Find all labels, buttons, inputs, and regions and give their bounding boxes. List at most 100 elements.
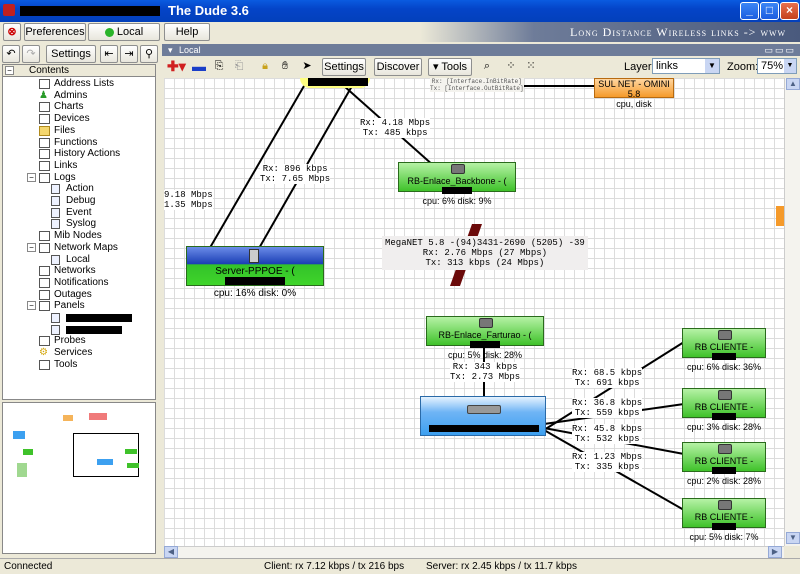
left-settings-button[interactable]: Settings	[46, 45, 96, 63]
tree-item-label: Probes	[54, 335, 86, 347]
router-icon	[479, 318, 493, 328]
tree-item[interactable]: Files	[3, 125, 153, 137]
list-icon	[39, 79, 50, 89]
tree-item[interactable]: Address Lists	[3, 78, 153, 90]
node-hub-switch[interactable]	[420, 396, 546, 436]
paste-icon[interactable]: ⎗	[230, 58, 248, 74]
tree-item[interactable]: ♟ Admins	[3, 90, 153, 102]
list-icon	[39, 336, 50, 347]
node-offscreen-orange[interactable]	[776, 206, 784, 226]
map-settings-button[interactable]: Settings	[322, 58, 366, 76]
book-icon	[39, 172, 50, 183]
scroll-up-icon[interactable]: ▲	[786, 78, 800, 90]
tree-item[interactable]: Local	[3, 253, 153, 266]
tree-item[interactable]: Notifications	[3, 277, 153, 289]
undo-button[interactable]: ↶	[2, 45, 20, 63]
help-button[interactable]: Help	[164, 23, 210, 41]
node-cliente-4[interactable]: RB CLIENTE - cpu: 5% disk: 7%	[682, 498, 766, 542]
redacted	[712, 353, 736, 360]
tree-item[interactable]: Charts	[3, 101, 153, 113]
redo-button[interactable]: ↷	[22, 45, 40, 63]
tab-window-icons[interactable]: ▭▭▭	[764, 44, 796, 56]
redacted	[470, 341, 500, 348]
pointer-icon[interactable]: ➤	[298, 58, 316, 74]
layer-select[interactable]: links ▼	[652, 58, 720, 74]
collapse-icon[interactable]: −	[27, 172, 36, 182]
scroll-right-icon[interactable]: ▶	[768, 546, 782, 558]
collapse-icon[interactable]: −	[27, 301, 36, 311]
collapse-icon[interactable]: −	[5, 66, 14, 75]
local-server-button[interactable]: Local Server	[88, 23, 160, 54]
maximize-button[interactable]: □	[760, 2, 779, 20]
tree-item[interactable]: Outages	[3, 289, 153, 301]
remove-icon[interactable]: ▬	[190, 58, 208, 74]
chevron-down-icon: ▼	[784, 59, 796, 73]
page-icon	[51, 196, 60, 206]
tree-item[interactable]: Links	[3, 160, 153, 172]
map-tab-label[interactable]: Local	[179, 45, 201, 55]
tree-item[interactable]: Probes	[3, 335, 153, 347]
list-icon	[39, 242, 50, 253]
c1-sub: cpu: 6% disk: 36%	[686, 362, 762, 372]
node-server-pppoe[interactable]: Server-PPPOE - ( cpu: 16% disk: 0%	[186, 246, 324, 299]
tree-item[interactable]: Debug	[3, 195, 153, 207]
list-icon	[39, 102, 50, 113]
zoom-select[interactable]: 75% ▼	[757, 58, 797, 74]
tree-item[interactable]: Tools	[3, 359, 153, 371]
disconnect-button[interactable]: ⊗	[3, 23, 21, 41]
vertical-scrollbar[interactable]: ▲ ▼	[784, 78, 800, 546]
tree-item[interactable]	[3, 324, 153, 336]
tree-item[interactable]: Syslog	[3, 218, 153, 230]
c3-sub: cpu: 2% disk: 28%	[686, 476, 762, 486]
layout-icon[interactable]: ⁘	[502, 58, 520, 74]
node-backbone[interactable]: RB-Enlace_Backbone - ( cpu: 6% disk: 9%	[398, 162, 516, 206]
router-icon	[718, 444, 732, 454]
close-button[interactable]: ×	[780, 2, 799, 20]
node-cliente-1[interactable]: RB CLIENTE - cpu: 6% disk: 36%	[682, 328, 766, 372]
search-icon[interactable]: ⚲	[140, 45, 158, 63]
forward-window-icon[interactable]: ⇥	[120, 45, 138, 63]
tree-item[interactable]: Action	[3, 183, 153, 195]
map-canvas[interactable]: Rx: [Interface.InBitRate] Tx: [Interface…	[164, 78, 784, 546]
lock-icon[interactable]: 🔒︎	[256, 58, 274, 74]
tree-item[interactable]: Mib Nodes	[3, 230, 153, 242]
discover-button[interactable]: Discover	[374, 58, 422, 76]
backbone-title: RB-Enlace_Backbone - (	[407, 176, 507, 186]
tree-item[interactable]: Networks	[3, 265, 153, 277]
horizontal-scrollbar[interactable]: ◀ ▶	[164, 546, 784, 558]
hand-icon[interactable]: ✋︎	[276, 58, 294, 74]
minimize-button[interactable]: _	[740, 2, 759, 20]
tree-item[interactable]	[3, 312, 153, 324]
tree-item[interactable]: Event	[3, 207, 153, 219]
zoom-value: 75%	[761, 60, 784, 72]
map-overview[interactable]	[2, 402, 156, 554]
tree-item[interactable]: ⚙ Services	[3, 347, 153, 359]
tree-item[interactable]: − Panels	[3, 300, 153, 312]
node-sulnet[interactable]: SUL NET - OMINI 5.8 cpu, disk	[594, 78, 674, 109]
tools-label: Tools	[441, 61, 468, 73]
list-icon	[39, 114, 50, 125]
node-cliente-3[interactable]: RB CLIENTE - cpu: 2% disk: 28%	[682, 442, 766, 486]
tools-button[interactable]: ▾ Tools	[428, 58, 472, 76]
tree-item[interactable]: − Network Maps	[3, 242, 153, 254]
scroll-down-icon[interactable]: ▼	[786, 532, 800, 544]
back-window-icon[interactable]: ⇤	[100, 45, 118, 63]
collapse-icon[interactable]: −	[27, 242, 36, 252]
copy-icon[interactable]: ⎘	[210, 58, 228, 74]
redacted	[66, 314, 132, 322]
window-title: The Dude 3.6	[168, 3, 249, 18]
tree-item[interactable]: Functions	[3, 137, 153, 149]
scroll-left-icon[interactable]: ◀	[164, 546, 178, 558]
node-farturao[interactable]: RB-Enlace_Farturao - ( cpu: 5% disk: 28%	[426, 316, 544, 360]
arrange-icon[interactable]: ⁙	[522, 58, 540, 74]
binoculars-icon[interactable]: ⌕	[478, 58, 496, 74]
node-cliente-2[interactable]: RB CLIENTE - cpu: 3% disk: 28%	[682, 388, 766, 432]
tree-item[interactable]: − Logs	[3, 172, 153, 184]
tree-item-label: Action	[66, 183, 94, 195]
add-icon[interactable]: ✚▾	[166, 58, 186, 74]
tree-item[interactable]: Devices	[3, 113, 153, 125]
preferences-button[interactable]: Preferences	[24, 23, 86, 41]
minimap-viewport[interactable]	[73, 433, 139, 477]
pppoe-title: Server-PPPOE - (	[215, 266, 295, 277]
tree-item[interactable]: History Actions	[3, 148, 153, 160]
